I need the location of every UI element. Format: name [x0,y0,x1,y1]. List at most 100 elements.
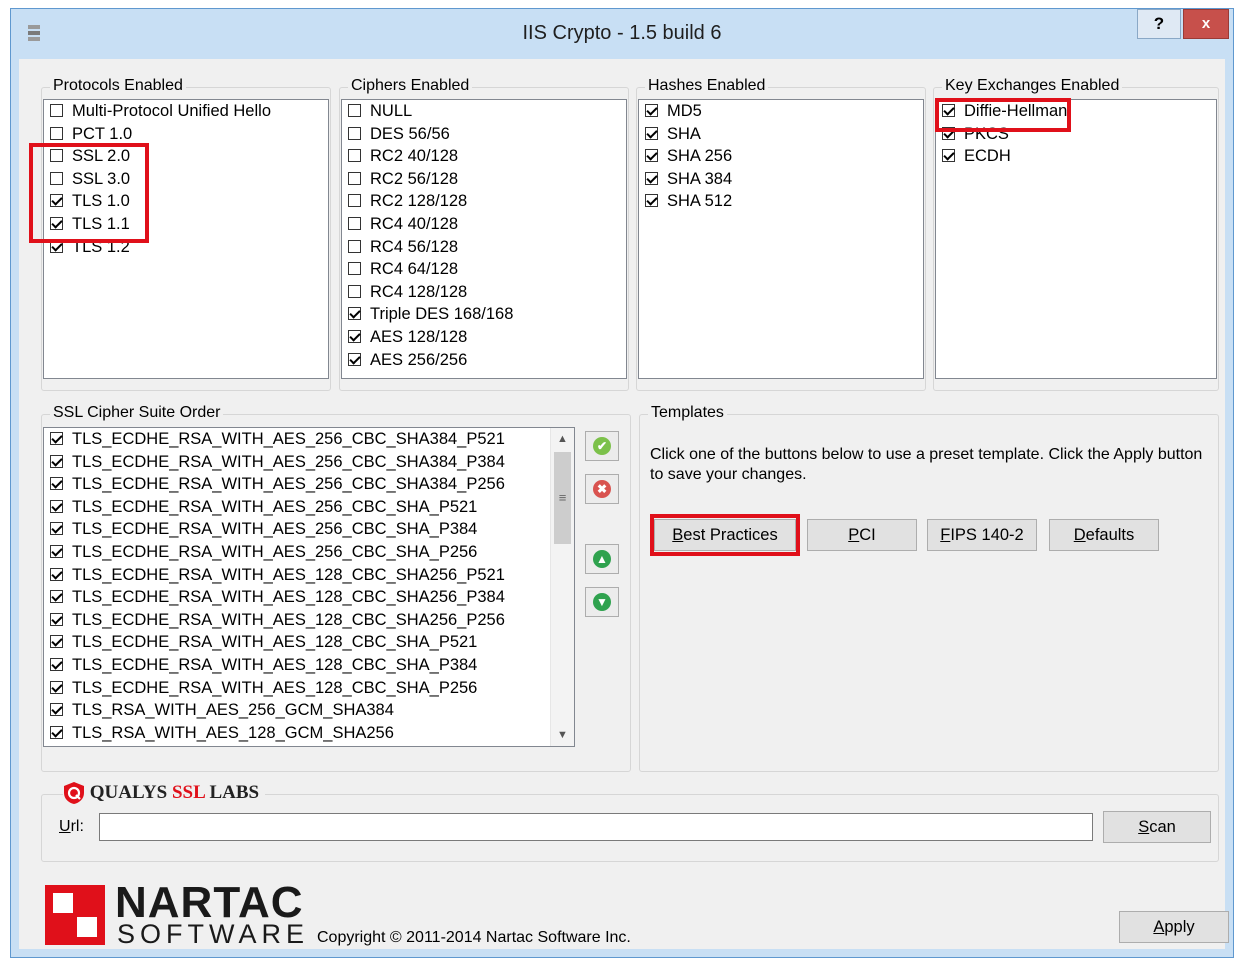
checkbox-icon[interactable] [50,567,63,581]
checkbox-icon[interactable] [50,126,63,140]
checkbox-icon[interactable] [50,680,63,694]
cipher-suites-item[interactable]: TLS_ECDHE_RSA_WITH_AES_128_CBC_SHA_P256 [44,677,574,700]
checkbox-icon[interactable] [645,104,658,117]
checkbox-icon[interactable] [348,284,361,298]
checkbox-icon[interactable] [645,171,658,185]
checkbox-icon[interactable] [348,239,361,253]
checkbox-icon[interactable] [348,262,361,276]
cipher-suites-item[interactable]: TLS_ECDHE_RSA_WITH_AES_128_CBC_SHA256_P2… [44,609,574,632]
checkbox-icon[interactable] [50,216,63,230]
protocols-item[interactable]: PCT 1.0 [44,123,328,146]
checkbox-icon[interactable] [50,635,63,649]
cipher-suites-item[interactable]: TLS_ECDHE_RSA_WITH_AES_256_CBC_SHA_P521 [44,496,574,519]
checkbox-icon[interactable] [50,477,63,491]
protocols-list[interactable]: Multi-Protocol Unified Hello PCT 1.0 SSL 2… [43,99,329,379]
fips-button[interactable]: FIPS 140-2 [927,519,1037,551]
pci-button[interactable]: PCI [807,519,917,551]
hashes-item[interactable]: MD5 [639,100,923,123]
best-practices-button[interactable]: Best Practices [654,519,796,551]
cipher-suites-item[interactable]: TLS_RSA_WITH_AES_128_GCM_SHA256 [44,722,574,745]
scroll-down-icon[interactable]: ▼ [551,724,574,746]
scan-button[interactable]: Scan [1103,811,1211,843]
hashes-item[interactable]: SHA 384 [639,168,923,191]
checkbox-icon[interactable] [942,149,955,163]
protocols-item[interactable]: SSL 2.0 [44,145,328,168]
apply-button[interactable]: Apply [1119,911,1229,943]
checkbox-icon[interactable] [942,126,955,140]
cipher-suites-item[interactable]: TLS_ECDHE_RSA_WITH_AES_256_CBC_SHA384_P2… [44,473,574,496]
protocols-item[interactable]: TLS 1.0 [44,190,328,213]
key-exchanges-list[interactable]: Diffie-Hellman PKCS ECDH [935,99,1217,379]
key-exchanges-item[interactable]: ECDH [936,145,1216,168]
checkbox-icon[interactable] [50,171,63,185]
ciphers-item[interactable]: RC4 128/128 [342,281,626,304]
ciphers-item[interactable]: DES 56/56 [342,123,626,146]
protocols-item[interactable]: Multi-Protocol Unified Hello [44,100,328,123]
url-input[interactable] [99,813,1093,841]
checkbox-icon[interactable] [645,194,658,208]
ciphers-item[interactable]: RC4 40/128 [342,213,626,236]
checkbox-icon[interactable] [50,522,63,536]
checkbox-icon[interactable] [50,590,63,604]
close-button[interactable]: x [1183,9,1229,39]
checkbox-icon[interactable] [50,104,63,117]
checkbox-icon[interactable] [50,544,63,558]
checkbox-icon[interactable] [50,703,63,717]
scroll-thumb[interactable]: ≡ [554,452,571,544]
move-down-button[interactable]: ▼ [585,587,619,617]
enable-suite-button[interactable]: ✔ [585,431,619,461]
protocols-item[interactable]: TLS 1.2 [44,236,328,259]
checkbox-icon[interactable] [645,126,658,140]
checkbox-icon[interactable] [348,171,361,185]
ciphers-list[interactable]: NULL DES 56/56 RC2 40/128 RC2 56/128 RC2 128… [341,99,627,379]
hashes-item[interactable]: SHA 512 [639,190,923,213]
cipher-suites-item[interactable]: TLS_ECDHE_RSA_WITH_AES_128_CBC_SHA_P521 [44,631,574,654]
checkbox-icon[interactable] [50,499,63,513]
key-exchanges-item[interactable]: PKCS [936,123,1216,146]
ciphers-item[interactable]: RC4 64/128 [342,258,626,281]
disable-suite-button[interactable]: ✖ [585,474,619,504]
defaults-button[interactable]: Defaults [1049,519,1159,551]
ciphers-item[interactable]: NULL [342,100,626,123]
protocols-item[interactable]: TLS 1.1 [44,213,328,236]
checkbox-icon[interactable] [50,432,63,445]
checkbox-icon[interactable] [348,194,361,208]
ciphers-item[interactable]: RC2 40/128 [342,145,626,168]
checkbox-icon[interactable] [348,352,361,366]
move-up-button[interactable]: ▲ [585,544,619,574]
title-bar[interactable]: IIS Crypto - 1.5 build 6 ? x [11,9,1233,59]
cipher-suites-item[interactable]: TLS_ECDHE_RSA_WITH_AES_128_CBC_SHA256_P5… [44,564,574,587]
protocols-item[interactable]: SSL 3.0 [44,168,328,191]
ciphers-item[interactable]: RC4 56/128 [342,236,626,259]
ciphers-item[interactable]: AES 256/256 [342,349,626,372]
checkbox-icon[interactable] [50,612,63,626]
key-exchanges-item[interactable]: Diffie-Hellman [936,100,1216,123]
checkbox-icon[interactable] [645,149,658,163]
ciphers-item[interactable]: Triple DES 168/168 [342,303,626,326]
checkbox-icon[interactable] [50,194,63,208]
help-button[interactable]: ? [1137,9,1181,39]
scroll-up-icon[interactable]: ▲ [551,428,574,450]
checkbox-icon[interactable] [942,104,955,117]
cipher-suites-item[interactable]: TLS_ECDHE_RSA_WITH_AES_256_CBC_SHA_P256 [44,541,574,564]
cipher-suites-item[interactable]: TLS_ECDHE_RSA_WITH_AES_128_CBC_SHA_P384 [44,654,574,677]
checkbox-icon[interactable] [50,454,63,468]
cipher-suites-item[interactable]: TLS_ECDHE_RSA_WITH_AES_256_CBC_SHA384_P3… [44,451,574,474]
checkbox-icon[interactable] [50,725,63,739]
hashes-item[interactable]: SHA [639,123,923,146]
checkbox-icon[interactable] [50,149,63,163]
cipher-suites-item[interactable]: TLS_ECDHE_RSA_WITH_AES_256_CBC_SHA_P384 [44,518,574,541]
cipher-suites-item[interactable]: TLS_ECDHE_RSA_WITH_AES_128_CBC_SHA256_P3… [44,586,574,609]
ciphers-item[interactable]: AES 128/128 [342,326,626,349]
cipher-suite-scrollbar[interactable]: ▲ ≡ ▼ [550,428,574,746]
cipher-suites-item[interactable]: TLS_ECDHE_RSA_WITH_AES_256_CBC_SHA384_P5… [44,428,574,451]
checkbox-icon[interactable] [348,104,361,117]
checkbox-icon[interactable] [348,216,361,230]
checkbox-icon[interactable] [348,149,361,163]
hashes-item[interactable]: SHA 256 [639,145,923,168]
checkbox-icon[interactable] [50,239,63,253]
checkbox-icon[interactable] [50,657,63,671]
ciphers-item[interactable]: RC2 128/128 [342,190,626,213]
cipher-suite-list[interactable]: TLS_ECDHE_RSA_WITH_AES_256_CBC_SHA384_P5… [43,427,575,747]
checkbox-icon[interactable] [348,329,361,343]
